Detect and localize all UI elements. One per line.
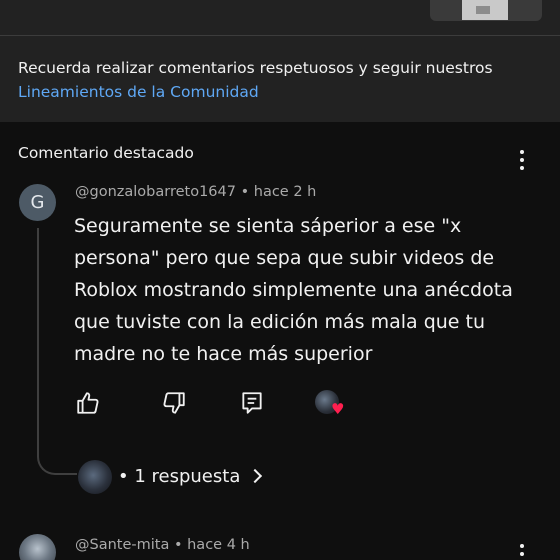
- like-button[interactable]: [75, 390, 101, 416]
- comment-icon: [242, 392, 262, 414]
- avatar[interactable]: [19, 534, 56, 560]
- more-options-icon[interactable]: [519, 150, 525, 170]
- thread-connector-line: [37, 228, 77, 475]
- notice-text: Recuerda realizar comentarios respetuoso…: [18, 59, 493, 77]
- reply-button[interactable]: [239, 390, 265, 416]
- comment-author-meta[interactable]: @gonzalobarreto1647 • hace 2 h: [75, 184, 316, 200]
- replies-count: • 1 respuesta: [118, 466, 241, 487]
- avatar[interactable]: G: [19, 184, 56, 221]
- community-notice: Recuerda realizar comentarios respetuoso…: [18, 56, 538, 104]
- more-options-icon[interactable]: [519, 544, 525, 560]
- comment-author-meta[interactable]: @Sante-mita • hace 4 h: [75, 537, 250, 553]
- cropped-text-fragment: [218, 0, 296, 2]
- creator-heart-badge: ♥: [315, 390, 349, 420]
- divider: [0, 35, 560, 36]
- thumbs-up-icon: [77, 392, 99, 414]
- featured-comment-title: Comentario destacado: [18, 144, 194, 162]
- header-fragment: [0, 0, 560, 22]
- community-guidelines-link[interactable]: Lineamientos de la Comunidad: [18, 80, 538, 104]
- video-thumbnail[interactable]: [430, 0, 542, 21]
- comment-body: Seguramente se sienta sáperior a ese "x …: [74, 215, 513, 365]
- heart-icon: ♥: [331, 400, 345, 418]
- chevron-right-icon: [247, 468, 263, 484]
- comments-header-area: Recuerda realizar comentarios respetuoso…: [0, 0, 560, 122]
- dislike-button[interactable]: [161, 390, 187, 416]
- thumbs-down-icon: [163, 392, 185, 414]
- reply-avatar: [78, 460, 112, 494]
